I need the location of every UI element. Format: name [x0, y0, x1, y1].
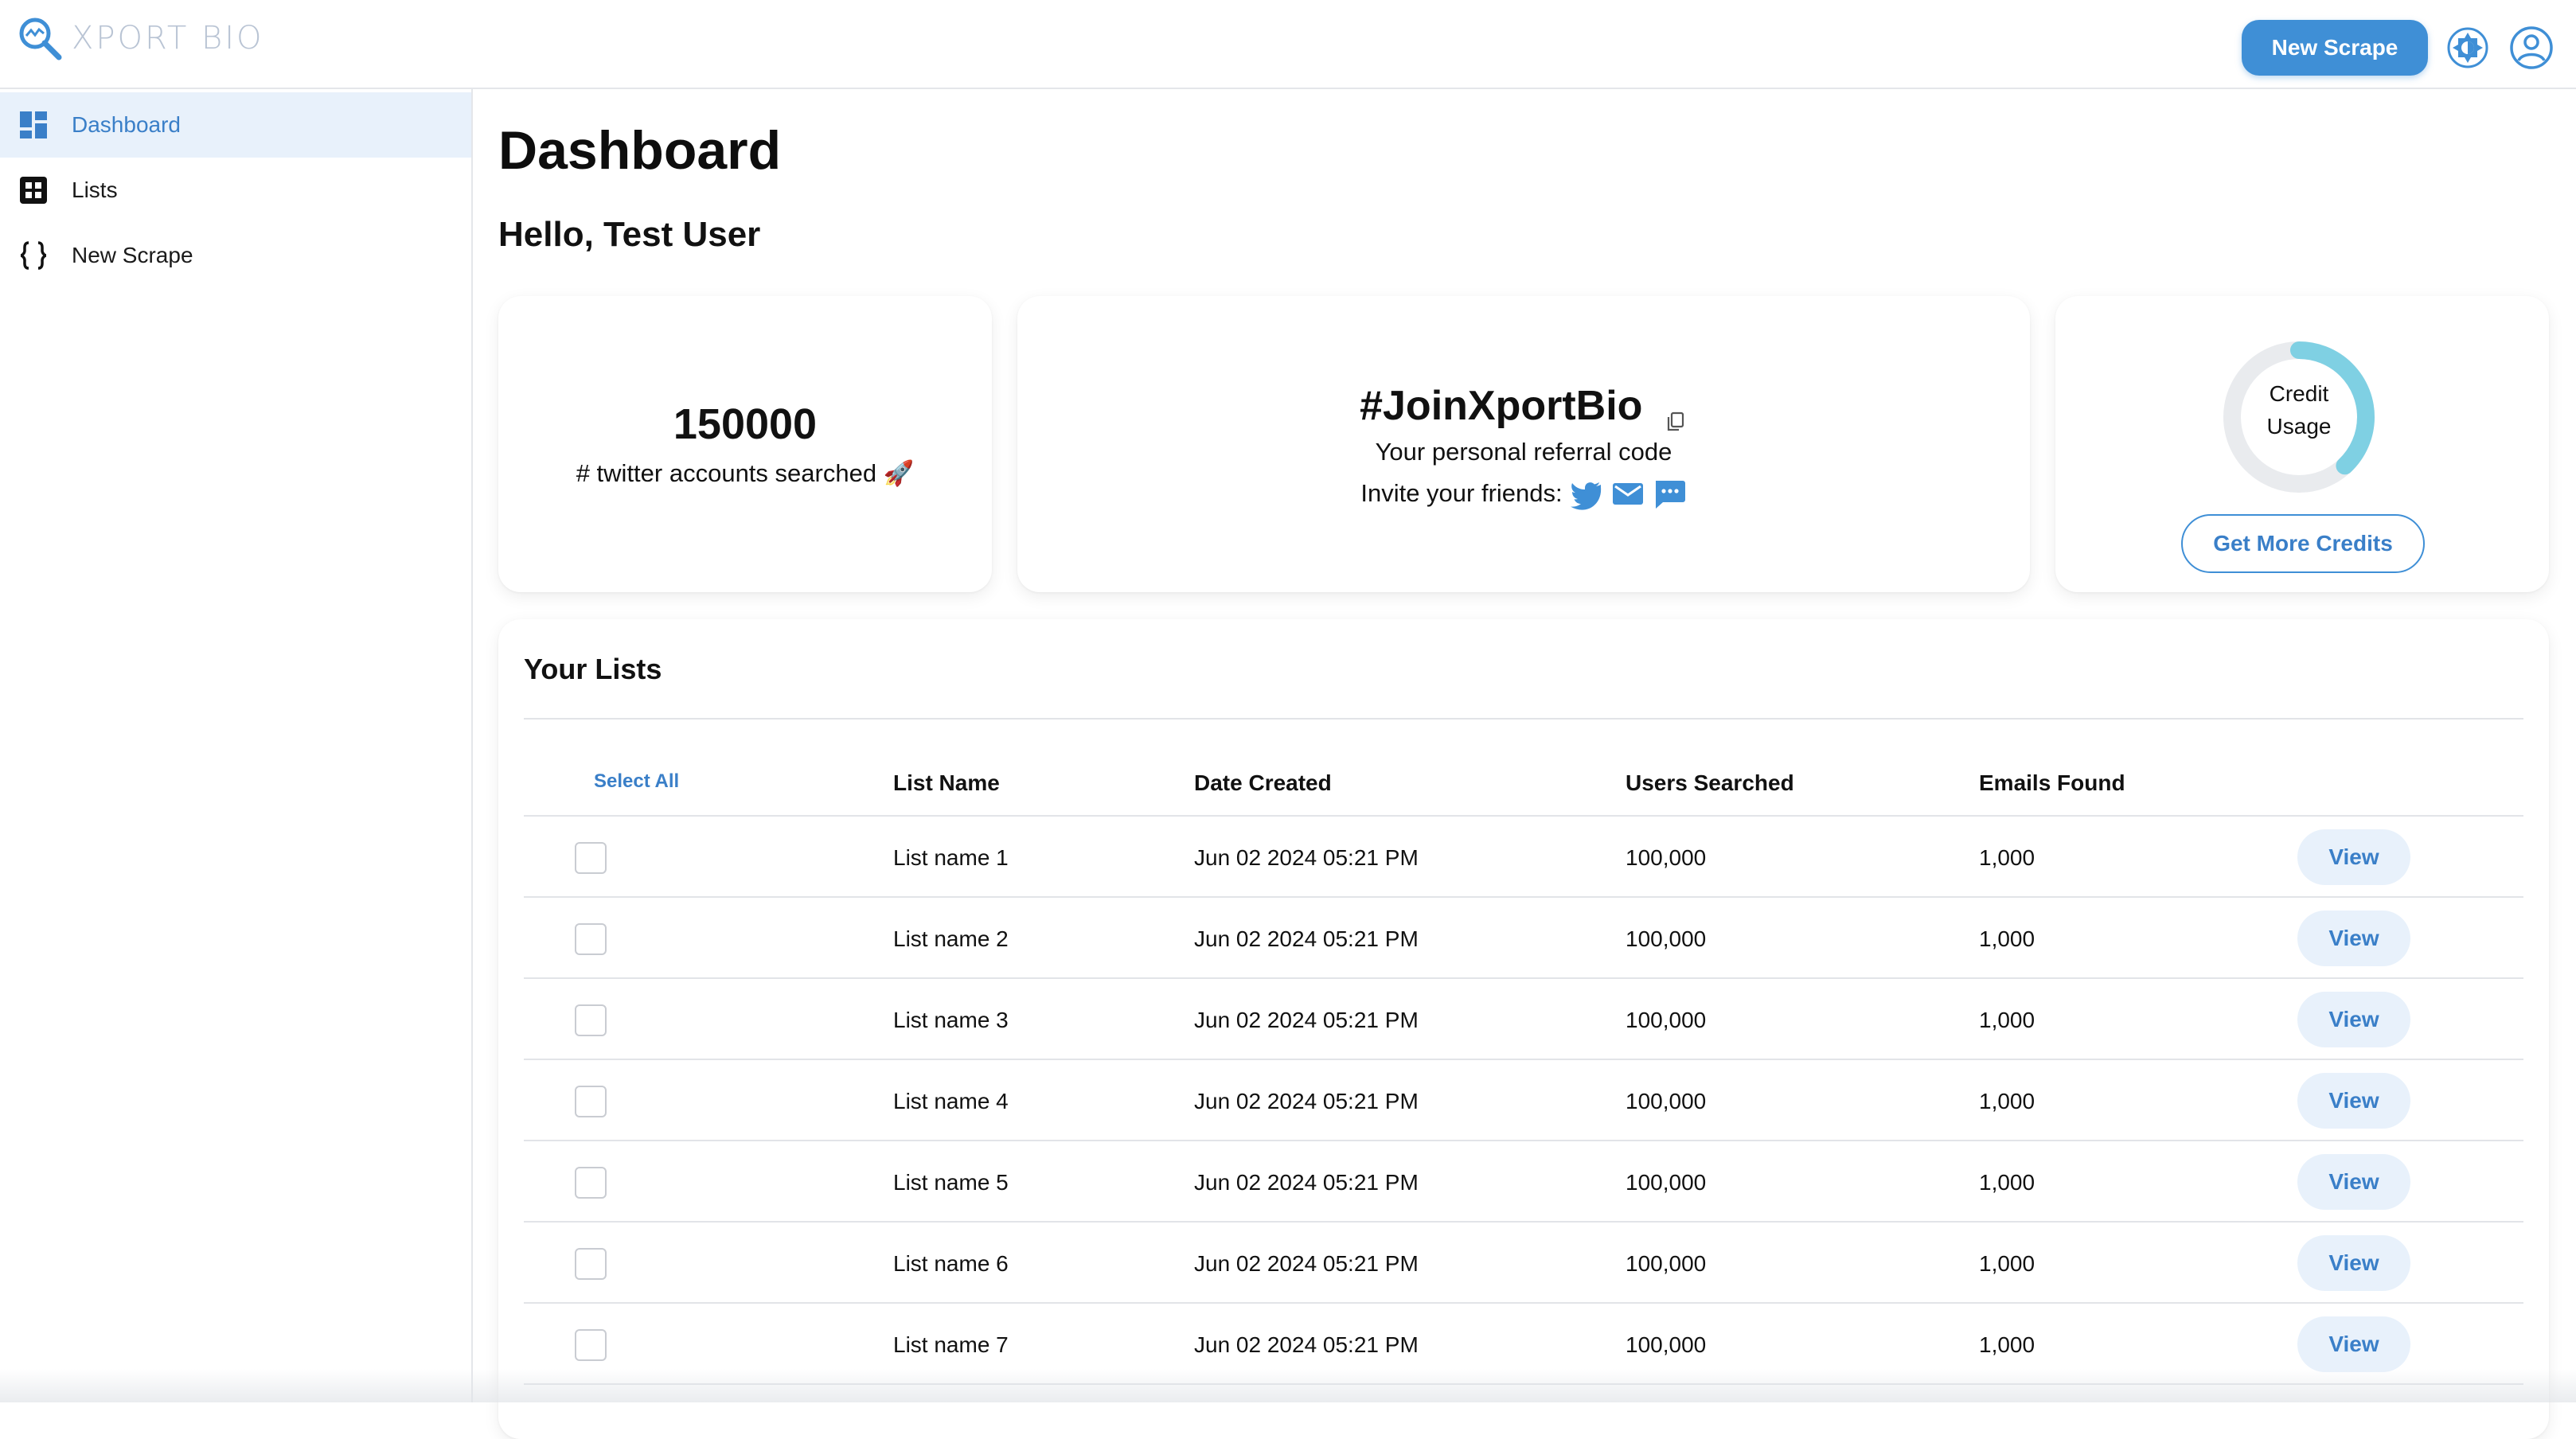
credit-label-line1: Credit	[2269, 381, 2329, 406]
row-checkbox[interactable]	[575, 1086, 607, 1117]
row-checkbox[interactable]	[575, 1004, 607, 1036]
email-icon[interactable]	[1610, 476, 1645, 511]
sidebar-item-label: New Scrape	[72, 243, 193, 267]
row-checkbox[interactable]	[575, 842, 607, 874]
view-button[interactable]: View	[2297, 1316, 2410, 1372]
cell-emails-found: 1,000	[1979, 1089, 2035, 1113]
table-row: List name 3 Jun 02 2024 05:21 PM 100,000 1,…	[524, 977, 2523, 1059]
cell-emails-found: 1,000	[1979, 1251, 2035, 1276]
lists-title: Your Lists	[524, 653, 662, 685]
magnifier-logo-icon	[19, 18, 62, 60]
cell-list-name: List name 2	[893, 926, 1009, 951]
sidebar-item-lists[interactable]: Lists	[0, 158, 471, 223]
cell-emails-found: 1,000	[1979, 926, 2035, 951]
copy-icon[interactable]	[1664, 396, 1688, 431]
view-button[interactable]: View	[2297, 992, 2410, 1047]
column-header-date-created[interactable]: Date Created	[1194, 770, 1332, 796]
table-row: List name 2 Jun 02 2024 05:21 PM 100,000 1,…	[524, 896, 2523, 977]
new-scrape-button[interactable]: New Scrape	[2242, 20, 2428, 76]
stat-card: 150000 # twitter accounts searched 🚀	[498, 296, 992, 592]
cell-date-created: Jun 02 2024 05:21 PM	[1194, 845, 1419, 870]
cell-emails-found: 1,000	[1979, 1170, 2035, 1195]
column-header-users-searched[interactable]: Users Searched	[1626, 770, 1794, 796]
view-button[interactable]: View	[2297, 1235, 2410, 1291]
lists-card: Your Lists Select All List Name Date Cre…	[498, 619, 2549, 1439]
account-circle-icon	[2510, 26, 2553, 69]
referral-card: #JoinXportBio Your personal referral cod…	[1017, 296, 2030, 592]
scroll-fade	[0, 1369, 2576, 1402]
searched-label: # twitter accounts searched 🚀	[576, 459, 915, 487]
view-button[interactable]: View	[2297, 1154, 2410, 1210]
table-row: List name 1 Jun 02 2024 05:21 PM 100,000 1,…	[524, 815, 2523, 896]
select-all-button[interactable]: Select All	[594, 770, 679, 793]
credits-card: Credit Usage Get More Credits	[2055, 296, 2549, 592]
top-bar: XPORT BIO New Scrape	[0, 0, 2576, 89]
cell-list-name: List name 4	[893, 1089, 1009, 1113]
cell-emails-found: 1,000	[1979, 1332, 2035, 1357]
cell-date-created: Jun 02 2024 05:21 PM	[1194, 926, 1419, 951]
get-more-credits-button[interactable]: Get More Credits	[2181, 514, 2425, 573]
row-checkbox[interactable]	[575, 1248, 607, 1280]
theme-toggle-button[interactable]	[2444, 24, 2492, 72]
cell-users-searched: 100,000	[1626, 926, 1707, 951]
cell-users-searched: 100,000	[1626, 1170, 1707, 1195]
cell-list-name: List name 3	[893, 1008, 1009, 1032]
sidebar-item-dashboard[interactable]: Dashboard	[0, 92, 471, 158]
view-button[interactable]: View	[2297, 911, 2410, 966]
cell-list-name: List name 1	[893, 845, 1009, 870]
credit-label-line2: Usage	[2266, 414, 2332, 439]
invite-row: Invite your friends:	[1017, 476, 2030, 511]
table-row: List name 4 Jun 02 2024 05:21 PM 100,000 1,…	[524, 1059, 2523, 1140]
column-header-list-name[interactable]: List Name	[893, 770, 1000, 796]
brand-name: XPORT BIO	[72, 20, 264, 57]
brand-logo[interactable]: XPORT BIO	[16, 14, 264, 62]
cell-emails-found: 1,000	[1979, 845, 2035, 870]
row-checkbox[interactable]	[575, 1167, 607, 1199]
cell-date-created: Jun 02 2024 05:21 PM	[1194, 1089, 1419, 1113]
cell-date-created: Jun 02 2024 05:21 PM	[1194, 1170, 1419, 1195]
sidebar: Dashboard Lists New Scrape	[0, 89, 473, 1402]
braces-icon	[18, 240, 49, 271]
row-checkbox[interactable]	[575, 923, 607, 955]
cell-date-created: Jun 02 2024 05:21 PM	[1194, 1008, 1419, 1032]
table-row: List name 6 Jun 02 2024 05:21 PM 100,000 1,…	[524, 1221, 2523, 1302]
grid-icon	[18, 174, 49, 206]
account-button[interactable]	[2508, 24, 2555, 72]
cell-date-created: Jun 02 2024 05:21 PM	[1194, 1251, 1419, 1276]
greeting: Hello, Test User	[498, 215, 761, 254]
cell-list-name: List name 6	[893, 1251, 1009, 1276]
page-title: Dashboard	[498, 120, 782, 181]
invite-label: Invite your friends:	[1360, 479, 1563, 507]
cell-users-searched: 100,000	[1626, 1008, 1707, 1032]
message-icon[interactable]	[1652, 476, 1687, 511]
cell-list-name: List name 7	[893, 1332, 1009, 1357]
credit-usage-label: Credit Usage	[2219, 377, 2379, 443]
cell-users-searched: 100,000	[1626, 1251, 1707, 1276]
sidebar-item-label: Lists	[72, 177, 118, 202]
cell-emails-found: 1,000	[1979, 1008, 2035, 1032]
table-row: List name 5 Jun 02 2024 05:21 PM 100,000 1,…	[524, 1140, 2523, 1221]
searched-count: 150000	[673, 400, 818, 448]
view-button[interactable]: View	[2297, 829, 2410, 885]
twitter-icon[interactable]	[1569, 476, 1604, 511]
view-button[interactable]: View	[2297, 1073, 2410, 1129]
row-checkbox[interactable]	[575, 1329, 607, 1361]
sidebar-item-new-scrape[interactable]: New Scrape	[0, 223, 471, 288]
divider	[524, 718, 2523, 720]
cell-users-searched: 100,000	[1626, 845, 1707, 870]
cell-date-created: Jun 02 2024 05:21 PM	[1194, 1332, 1419, 1357]
referral-code-line: #JoinXportBio	[1017, 382, 2030, 431]
sidebar-item-label: Dashboard	[72, 112, 181, 137]
column-header-emails-found[interactable]: Emails Found	[1979, 770, 2125, 796]
brightness-icon	[2447, 27, 2488, 68]
dashboard-icon	[18, 109, 49, 141]
cell-list-name: List name 5	[893, 1170, 1009, 1195]
referral-code: #JoinXportBio	[1360, 383, 1643, 429]
referral-subtitle: Your personal referral code	[1375, 438, 1672, 466]
cell-users-searched: 100,000	[1626, 1332, 1707, 1357]
cell-users-searched: 100,000	[1626, 1089, 1707, 1113]
